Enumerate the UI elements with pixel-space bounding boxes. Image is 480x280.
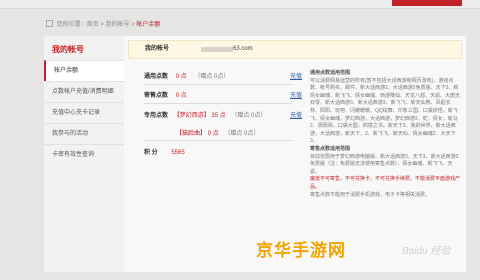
special-points-gift-1: （赠点 0点） [231,113,267,119]
sidebar-item-balance[interactable]: 帐户余额 [44,60,124,81]
usage-notes: 通用点数适用范围 可以消费网易运营的所有(暂不包括大话西游和网页游戏)，游戏点数… [310,70,460,199]
breadcrumb-current: 帐户余额 [136,22,161,28]
account-label: 我的帐号 [145,46,170,52]
points-label: 积 分 [144,150,158,156]
brand-accent-bar [392,0,462,6]
divider [144,140,292,141]
special-points-row: 专用点数 【梦幻西游】 35 点 （赠点 0点） [144,110,266,119]
home-icon [46,20,53,27]
divider [144,103,292,104]
watermark: 京华手游网 [256,241,346,260]
sidebar: 我的帐号 帐户余额 点数帐户充值/消费明细 充值中心充卡记录 我参与的活动 卡密… [44,36,124,272]
special-points-row-2: 【猫脸曲】 0 点 （赠点 0点） [176,128,259,137]
special-points-value-2: 0 点 [207,131,219,137]
special-game-1: 【梦幻西游】 [173,113,210,119]
general-points-value: 0 点 [175,74,187,80]
top-bar [0,0,480,9]
consign-points-label: 寄售点数 [144,93,169,99]
consign-recharge-link[interactable]: 充值 [290,90,302,99]
general-points-label: 通用点数 [144,74,169,80]
consign-extra: 寄售点数不能用于消费手机游戏、电子卡等相关消费。 [310,191,431,198]
consign-scope-text: 目前仅限用于梦幻西游电脑版、新大话西游3、天下3、新大话西游3免费版（注：免费版… [310,153,459,175]
consign-scope-title: 寄售点数适用范围 [310,145,351,152]
sidebar-title: 我的帐号 [52,45,84,54]
general-recharge-link[interactable]: 充值 [290,71,302,80]
account-email-suffix: 63.com [233,46,253,52]
general-scope-text: 可以消费网易运营的所有(暂不包括大话西游和网页游戏)，游戏点数、帐号购买、邮件、… [310,77,461,145]
general-points-row: 通用点数 0 点 （赠点 0点） [144,71,229,80]
sidebar-item-card-check[interactable]: 卡密有效性查询 [44,144,124,165]
consign-points-value: 0 点 [175,93,187,99]
general-scope-title: 通用点数适用范围 [310,70,351,76]
breadcrumb: 您的位置：首页 > 我的帐号 > 帐户余额 [46,19,160,28]
special-points-label: 专用点数 [144,113,169,119]
points-value: 5565 [171,150,185,156]
consign-warning: 魔兽不可寄售，不可兑换卡，不可兑换手续费，不能消费平面游戏产品。 [310,176,461,190]
consign-points-row: 寄售点数 0 点 [144,90,187,99]
points-row: 积 分 5565 [144,147,185,156]
general-points-gift: （赠点 0点） [194,74,230,80]
breadcrumb-account[interactable]: 我的帐号 [106,22,130,28]
special-points-gift-2: （赠点 0点） [224,131,260,137]
photo-credit: Baidu 经验 [402,246,451,257]
account-bar: 我的帐号 63.com [128,40,462,59]
breadcrumb-home[interactable]: 您的位置：首页 [57,22,99,28]
special-game-2: 【猫脸曲】 [176,131,207,137]
divider [144,84,292,85]
sidebar-item-recharge-detail[interactable]: 点数帐户充值/消费明细 [44,81,124,102]
special-points-value-1: 35 点 [211,113,226,119]
account-masked [201,47,233,52]
sidebar-item-activities[interactable]: 我参与的活动 [44,123,124,144]
sidebar-item-card-record[interactable]: 充值中心充卡记录 [44,102,124,123]
special-recharge-link[interactable]: 充值 [290,110,302,119]
